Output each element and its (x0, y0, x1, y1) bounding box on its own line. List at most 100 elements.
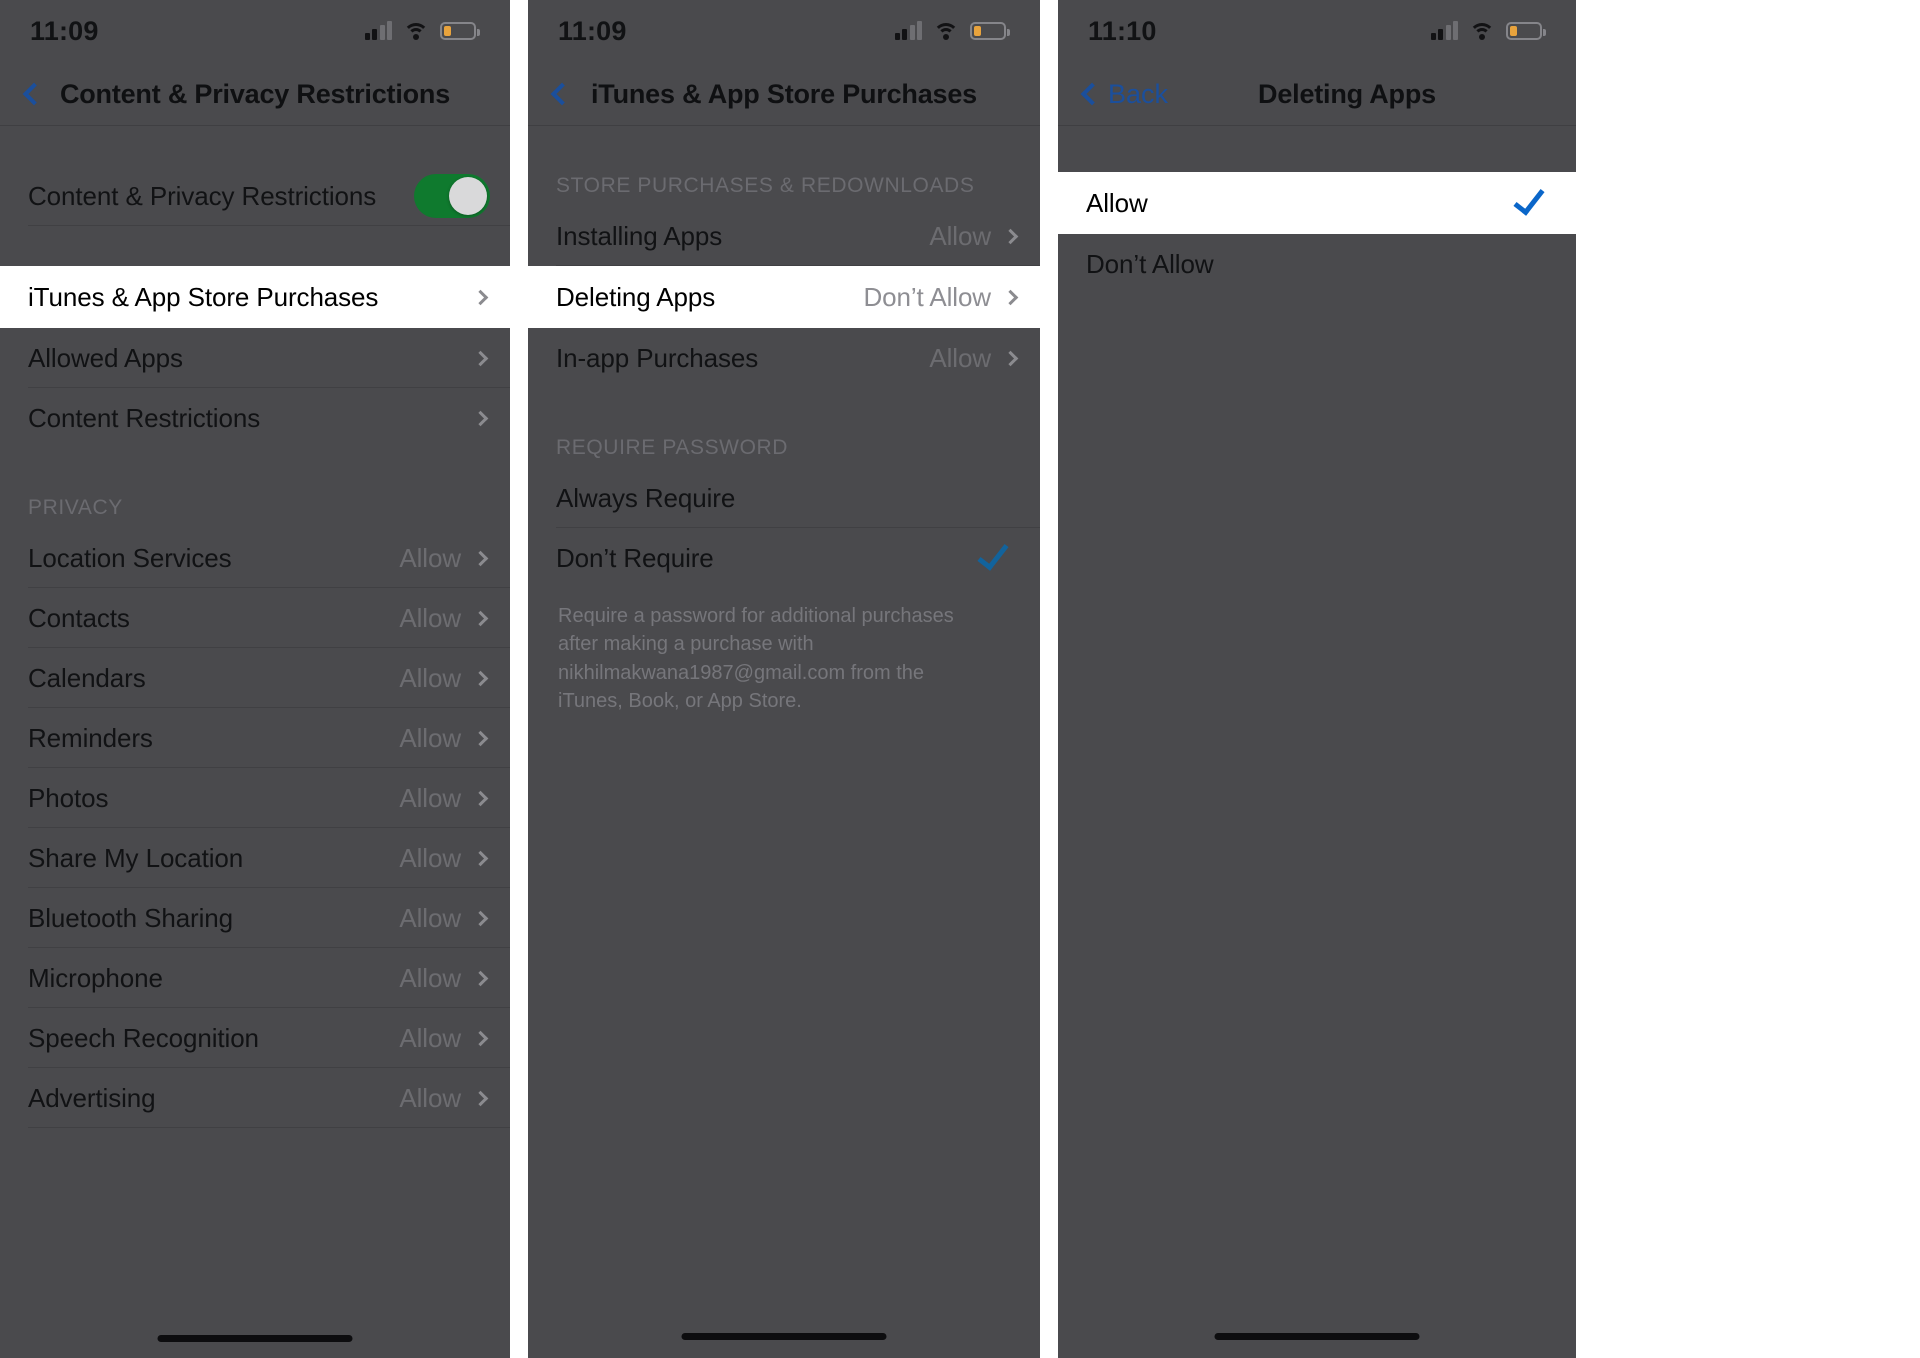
row-bluetooth-sharing[interactable]: Bluetooth Sharing Allow (0, 888, 510, 948)
chevron-right-icon (472, 1090, 489, 1106)
row-value: Allow (399, 782, 461, 813)
chevron-right-icon (472, 970, 489, 986)
page-title: Content & Privacy Restrictions (59, 78, 451, 109)
chevron-right-icon (472, 670, 489, 686)
row-value: Allow (399, 722, 461, 753)
row-speech-recognition[interactable]: Speech Recognition Allow (0, 1008, 510, 1068)
row-always-require[interactable]: Always Require (528, 468, 1040, 528)
back-button[interactable]: Back (1076, 79, 1168, 110)
status-clock: 11:09 (558, 15, 627, 46)
home-indicator (157, 1335, 353, 1342)
nav-bar: iTunes & App Store Purchases (528, 62, 1040, 126)
nav-bar: Back Deleting Apps (1058, 62, 1576, 126)
panel-deleting-apps: 11:10 Back Deleting Apps Allow Don’t All… (1058, 0, 1576, 1358)
home-indicator (681, 1333, 887, 1340)
wifi-icon (403, 22, 429, 41)
store-purchases-section-header: STORE PURCHASES & REDOWNLOADS (556, 174, 975, 197)
chevron-right-icon (472, 350, 489, 366)
require-password-footnote: Require a password for additional purcha… (558, 605, 954, 713)
row-value: Allow (399, 662, 461, 693)
row-dont-require[interactable]: Don’t Require (528, 528, 1040, 588)
row-label: Content Restrictions (28, 402, 261, 433)
row-value: Allow (929, 220, 991, 251)
row-label: Share My Location (28, 842, 244, 873)
chevron-right-icon (472, 910, 489, 926)
row-calendars[interactable]: Calendars Allow (0, 648, 510, 708)
row-value: Allow (929, 342, 991, 373)
chevron-right-icon (472, 610, 489, 626)
cellular-signal-icon (1430, 21, 1458, 40)
chevron-right-icon (472, 550, 489, 566)
row-content-restrictions[interactable]: Content Restrictions (0, 388, 510, 448)
row-label: Microphone (28, 962, 163, 993)
status-icons (894, 21, 1010, 41)
row-value: Allow (399, 842, 461, 873)
privacy-section-header: PRIVACY (28, 496, 123, 519)
panel-divider (1040, 0, 1058, 1358)
row-label: Installing Apps (556, 220, 723, 251)
row-label: Bluetooth Sharing (28, 902, 234, 933)
row-label: Deleting Apps (556, 281, 716, 312)
row-value: Allow (399, 962, 461, 993)
row-value: Allow (399, 1022, 461, 1053)
content-privacy-toggle[interactable] (414, 174, 490, 218)
cellular-signal-icon (894, 21, 922, 40)
row-value: Allow (399, 1082, 461, 1113)
status-icons (364, 21, 480, 41)
chevron-right-icon (1002, 289, 1019, 305)
chevron-left-icon (22, 82, 46, 106)
checkmark-icon (1513, 182, 1545, 216)
row-itunes-app-store-purchases[interactable]: iTunes & App Store Purchases (0, 266, 510, 328)
row-label: Always Require (556, 482, 736, 513)
back-button-label: Back (1108, 78, 1169, 109)
panel-itunes-app-store-purchases: 11:09 iTunes & App Store Purchases STORE… (528, 0, 1040, 1358)
row-label: Contacts (28, 602, 130, 633)
nav-bar: Content & Privacy Restrictions (0, 62, 510, 126)
row-location-services[interactable]: Location Services Allow (0, 528, 510, 588)
chevron-right-icon (1002, 350, 1019, 366)
row-label: Calendars (28, 662, 146, 693)
status-bar: 11:09 (0, 0, 510, 62)
row-label: iTunes & App Store Purchases (28, 281, 379, 312)
row-contacts[interactable]: Contacts Allow (0, 588, 510, 648)
chevron-right-icon (472, 730, 489, 746)
row-photos[interactable]: Photos Allow (0, 768, 510, 828)
row-installing-apps[interactable]: Installing Apps Allow (528, 206, 1040, 266)
row-value: Allow (399, 542, 461, 573)
row-content-privacy-toggle[interactable]: Content & Privacy Restrictions (0, 166, 510, 226)
chevron-right-icon (472, 790, 489, 806)
chevron-left-icon (550, 82, 574, 106)
screenshot-stage: 11:09 Content & Privacy Restrictions Con… (0, 0, 1920, 1358)
row-reminders[interactable]: Reminders Allow (0, 708, 510, 768)
row-label: In-app Purchases (556, 342, 759, 373)
row-allowed-apps[interactable]: Allowed Apps (0, 328, 510, 388)
wifi-icon (933, 22, 959, 41)
option-label: Don’t Allow (1086, 248, 1214, 279)
row-share-my-location[interactable]: Share My Location Allow (0, 828, 510, 888)
row-deleting-apps[interactable]: Deleting Apps Don’t Allow (528, 266, 1040, 328)
chevron-left-icon (1080, 82, 1104, 106)
row-label: Reminders (28, 722, 153, 753)
battery-low-icon (440, 22, 480, 40)
row-label: Allowed Apps (28, 342, 183, 373)
row-label: Speech Recognition (28, 1022, 259, 1053)
row-microphone[interactable]: Microphone Allow (0, 948, 510, 1008)
chevron-right-icon (1002, 228, 1019, 244)
status-bar: 11:09 (528, 0, 1040, 62)
chevron-right-icon (472, 410, 489, 426)
chevron-right-icon (472, 850, 489, 866)
row-label: Location Services (28, 542, 232, 573)
row-advertising[interactable]: Advertising Allow (0, 1068, 510, 1128)
option-dont-allow[interactable]: Don’t Allow (1058, 234, 1576, 294)
back-button[interactable] (18, 82, 50, 106)
option-allow[interactable]: Allow (1058, 172, 1576, 234)
row-label: Content & Privacy Restrictions (28, 180, 377, 211)
row-in-app-purchases[interactable]: In-app Purchases Allow (528, 328, 1040, 388)
back-button[interactable] (546, 82, 578, 106)
battery-low-icon (1506, 22, 1546, 40)
